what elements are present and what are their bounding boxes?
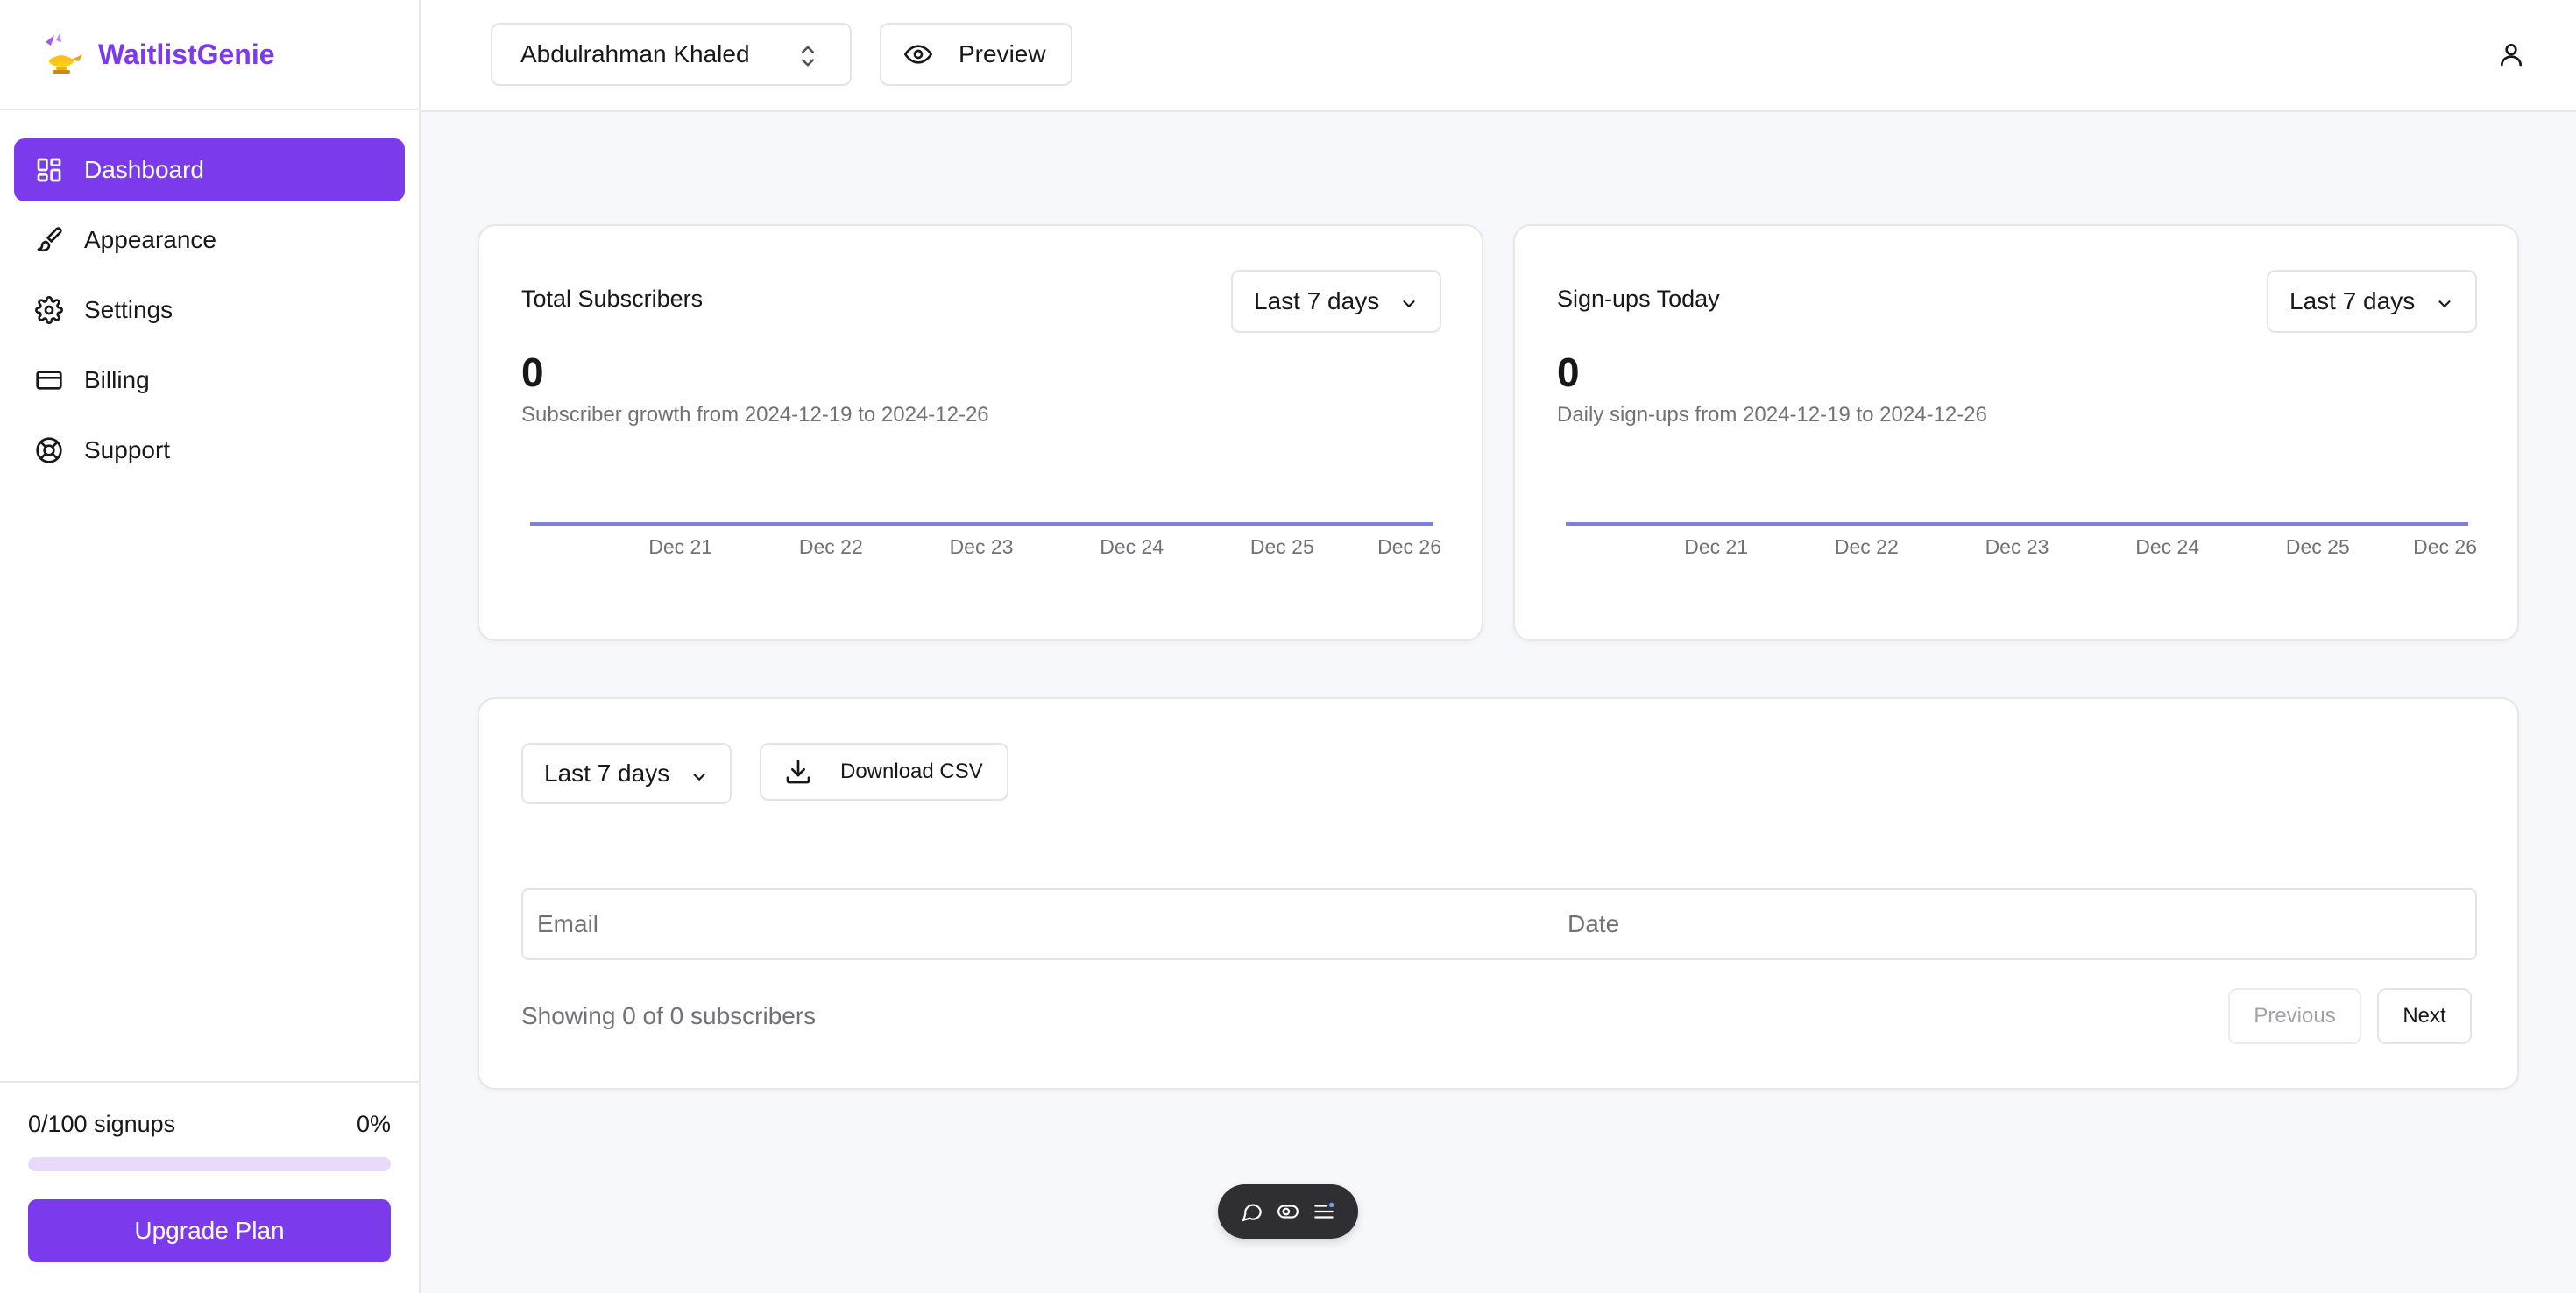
metric-subtitle: Daily sign-ups from 2024-12-19 to 2024-1… <box>1557 403 1987 427</box>
daily-signups-chart: Dec 21 Dec 22 Dec 23 Dec 24 Dec 25 Dec 26 <box>1566 522 2477 558</box>
metric-value: 0 <box>1557 350 1580 395</box>
x-tick-label: Dec 21 <box>1684 535 1748 558</box>
total-subscribers-card: Total Subscribers Last 7 days 0 Subscrib… <box>478 224 1483 641</box>
preview-label: Preview <box>959 40 1046 67</box>
dashboard-grid-icon <box>35 156 63 184</box>
paintbrush-icon <box>35 226 63 254</box>
lifebuoy-icon <box>35 436 63 464</box>
top-header: Abdulrahman Khaled Preview <box>421 0 2576 112</box>
x-tick-label: Dec 22 <box>1835 535 1899 558</box>
usage-panel: 0/100 signups 0% Upgrade Plan <box>0 1081 419 1293</box>
chevrons-up-down-icon <box>802 46 814 67</box>
x-tick-label: Dec 23 <box>950 535 1014 558</box>
x-tick-label: Dec 25 <box>1250 535 1314 558</box>
subscriber-growth-chart: Dec 21 Dec 22 Dec 23 Dec 24 Dec 25 Dec 26 <box>530 522 1441 558</box>
download-icon <box>786 760 810 784</box>
signups-today-card: Sign-ups Today Last 7 days 0 Daily sign-… <box>1513 224 2519 641</box>
project-selector[interactable]: Abdulrahman Khaled <box>491 23 852 86</box>
x-tick-label: Dec 22 <box>799 535 863 558</box>
sidebar-item-label: Appearance <box>84 226 217 253</box>
brand-name: WaitlistGenie <box>98 38 275 70</box>
sidebar-item-appearance[interactable]: Appearance <box>14 208 405 272</box>
usage-progress-bar <box>28 1157 391 1171</box>
project-name: Abdulrahman Khaled <box>520 40 750 67</box>
next-page-button[interactable]: Next <box>2377 988 2472 1044</box>
column-header-email[interactable]: Email <box>537 910 598 938</box>
sidebar-item-label: Dashboard <box>84 156 204 183</box>
usage-label: 0/100 signups <box>28 1111 176 1137</box>
comment-icon[interactable] <box>1241 1200 1263 1223</box>
usage-row: 0/100 signups 0% <box>28 1111 391 1138</box>
usage-percent: 0% <box>356 1111 391 1137</box>
range-select[interactable]: Last 7 days <box>1231 270 1441 333</box>
x-tick-label: Dec 26 <box>2413 535 2477 558</box>
metric-subtitle: Subscriber growth from 2024-12-19 to 202… <box>521 403 989 427</box>
x-tick-label: Dec 26 <box>1377 535 1441 558</box>
table-range-select[interactable]: Last 7 days <box>521 743 732 804</box>
menu-icon[interactable] <box>1313 1200 1335 1223</box>
card-title: Total Subscribers <box>521 286 704 312</box>
table-header-row: Email Date <box>521 888 2477 960</box>
sidebar-item-label: Billing <box>84 366 150 393</box>
range-select[interactable]: Last 7 days <box>2267 270 2477 333</box>
brand[interactable]: WaitlistGenie <box>0 0 419 110</box>
chevron-down-icon <box>2438 300 2451 307</box>
toggle-icon[interactable] <box>1277 1200 1299 1223</box>
genie-lamp-logo-icon <box>39 32 84 77</box>
sidebar-nav: Dashboard Appearance Settings Billing Su… <box>0 110 419 482</box>
sidebar-item-label: Settings <box>84 296 173 323</box>
subscribers-table-card: Last 7 days Download CSV Email Date Show… <box>478 697 2519 1090</box>
column-header-date[interactable]: Date <box>1568 910 1619 938</box>
download-csv-button[interactable]: Download CSV <box>760 743 1008 801</box>
download-label: Download CSV <box>840 760 983 783</box>
upgrade-plan-button[interactable]: Upgrade Plan <box>28 1199 391 1262</box>
sidebar-item-dashboard[interactable]: Dashboard <box>14 138 405 201</box>
gear-icon <box>35 296 63 324</box>
sidebar-item-label: Support <box>84 436 171 463</box>
chevron-down-icon <box>1403 300 1415 307</box>
x-tick-label: Dec 24 <box>1100 535 1164 558</box>
metric-value: 0 <box>521 350 544 395</box>
preview-button[interactable]: Preview <box>880 23 1072 86</box>
sidebar-item-billing[interactable]: Billing <box>14 349 405 412</box>
range-label: Last 7 days <box>2289 287 2416 314</box>
card-title: Sign-ups Today <box>1557 286 1720 312</box>
previous-page-button[interactable]: Previous <box>2228 988 2361 1044</box>
range-label: Last 7 days <box>1254 287 1380 314</box>
x-tick-label: Dec 23 <box>1985 535 2049 558</box>
showing-count: Showing 0 of 0 subscribers <box>521 1002 817 1029</box>
sidebar-item-support[interactable]: Support <box>14 419 405 482</box>
floating-toolbar <box>1218 1184 1358 1239</box>
credit-card-icon <box>35 366 63 394</box>
range-label: Last 7 days <box>544 760 670 787</box>
sidebar: WaitlistGenie Dashboard Appearance Setti… <box>0 0 421 1293</box>
x-tick-label: Dec 24 <box>2135 535 2199 558</box>
chevron-down-icon <box>693 774 705 781</box>
user-icon[interactable] <box>2497 40 2525 68</box>
x-tick-label: Dec 21 <box>648 535 712 558</box>
x-tick-label: Dec 25 <box>2286 535 2350 558</box>
sidebar-item-settings[interactable]: Settings <box>14 279 405 342</box>
eye-icon <box>904 45 932 64</box>
